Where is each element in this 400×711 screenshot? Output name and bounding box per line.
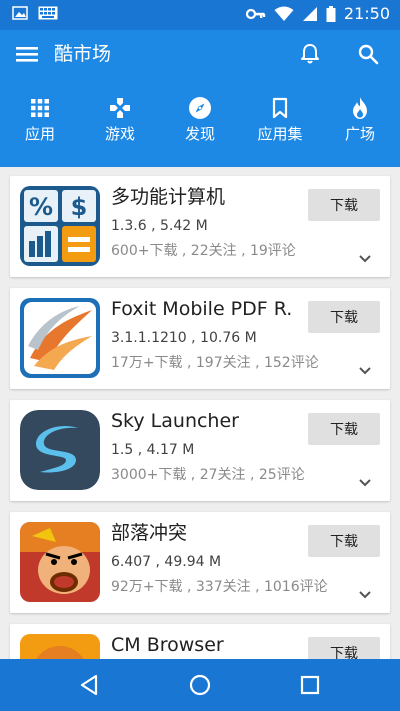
image-notification-icon	[12, 6, 28, 20]
app-stats: 17万+下载 , 197关注 , 152评论	[111, 355, 319, 371]
app-stats: 600+下载 , 22关注 , 19评论	[111, 243, 296, 259]
chevron-down-icon[interactable]	[358, 590, 372, 600]
tab-apps[interactable]: 应用	[0, 78, 80, 167]
tab-app-collections[interactable]: 应用集	[240, 78, 320, 167]
tab-label: 应用集	[257, 125, 303, 143]
list-item[interactable]: % $ 多功能计算机 1.3.6 , 5.42 M 600+下载 , 22关注 …	[10, 176, 390, 277]
app-version-size: 6.407 , 49.94 M	[111, 554, 222, 570]
app-version-size: 1.3.6 , 5.42 M	[111, 218, 208, 234]
app-stats: 92万+下载 , 337关注 , 1016评论	[111, 579, 328, 595]
svg-text:%: %	[29, 193, 53, 221]
battery-icon	[326, 5, 336, 22]
calculator-app-icon: % $	[20, 186, 100, 266]
tab-label: 应用	[24, 125, 55, 143]
app-name: 多功能计算机	[111, 186, 226, 208]
tab-discover[interactable]: 发现	[160, 78, 240, 167]
recents-icon[interactable]	[296, 671, 324, 699]
system-nav-bar	[0, 659, 400, 711]
list-item[interactable]: 部落冲突 6.407 , 49.94 M 92万+下载 , 337关注 , 10…	[10, 512, 390, 613]
gamepad-icon	[110, 98, 130, 118]
clock: 21:50	[343, 4, 390, 23]
category-tabs: 应用 游戏 发现 应用集 广场	[0, 78, 400, 167]
status-bar: 21:50	[0, 0, 400, 30]
app-version-size: 3.1.1.1210 , 10.76 M	[111, 330, 257, 346]
app-name: CM Browser	[111, 634, 224, 656]
list-item[interactable]: Foxit Mobile PDF R. 3.1.1.1210 , 10.76 M…	[10, 288, 390, 389]
app-name: Sky Launcher	[111, 410, 239, 432]
cell-signal-icon	[302, 6, 317, 21]
tab-square[interactable]: 广场	[320, 78, 400, 167]
download-button[interactable]: 下载	[308, 301, 380, 333]
tab-label: 发现	[184, 125, 215, 143]
chevron-down-icon[interactable]	[358, 366, 372, 376]
chevron-down-icon[interactable]	[358, 478, 372, 488]
app-version-size: 1.5 , 4.17 M	[111, 442, 195, 458]
download-button[interactable]: 下载	[308, 413, 380, 445]
chevron-down-icon[interactable]	[358, 254, 372, 264]
app-bar: 酷市场	[0, 30, 400, 78]
search-icon[interactable]	[356, 42, 380, 66]
back-icon[interactable]	[76, 671, 104, 699]
list-item[interactable]: Sky Launcher 1.5 , 4.17 M 3000+下载 , 27关注…	[10, 400, 390, 501]
system-icons: 21:50	[245, 4, 390, 23]
compass-icon	[189, 97, 211, 119]
app-screen: 21:50 酷市场 应用 游戏 发现 应用集 广场 % $ 多功能计算机 1.3…	[0, 0, 400, 711]
app-list: % $ 多功能计算机 1.3.6 , 5.42 M 600+下载 , 22关注 …	[0, 167, 400, 659]
svg-text:$: $	[71, 193, 88, 221]
list-item[interactable]: CM Browser 下载	[10, 624, 390, 659]
clash-of-clans-app-icon	[20, 522, 100, 602]
app-title: 酷市场	[54, 43, 112, 65]
download-button[interactable]: 下载	[308, 637, 380, 659]
wifi-icon	[274, 6, 294, 21]
bookmark-icon	[272, 97, 288, 119]
cm-browser-app-icon	[20, 634, 100, 659]
vpn-key-icon	[245, 8, 266, 19]
sky-launcher-app-icon	[20, 410, 100, 490]
foxit-pdf-app-icon	[20, 298, 100, 378]
keyboard-notification-icon	[38, 6, 58, 20]
bell-icon[interactable]	[298, 42, 322, 66]
tab-games[interactable]: 游戏	[80, 78, 160, 167]
menu-icon[interactable]	[16, 44, 38, 64]
tab-label: 游戏	[104, 125, 135, 143]
download-button[interactable]: 下载	[308, 189, 380, 221]
flame-icon	[353, 97, 367, 119]
download-button[interactable]: 下载	[308, 525, 380, 557]
notification-icons	[12, 6, 58, 20]
app-stats: 3000+下载 , 27关注 , 25评论	[111, 467, 305, 483]
app-name: Foxit Mobile PDF R.	[111, 298, 293, 320]
tab-label: 广场	[344, 125, 375, 143]
app-name: 部落冲突	[111, 522, 188, 544]
apps-grid-icon	[31, 99, 49, 117]
home-icon[interactable]	[186, 671, 214, 699]
